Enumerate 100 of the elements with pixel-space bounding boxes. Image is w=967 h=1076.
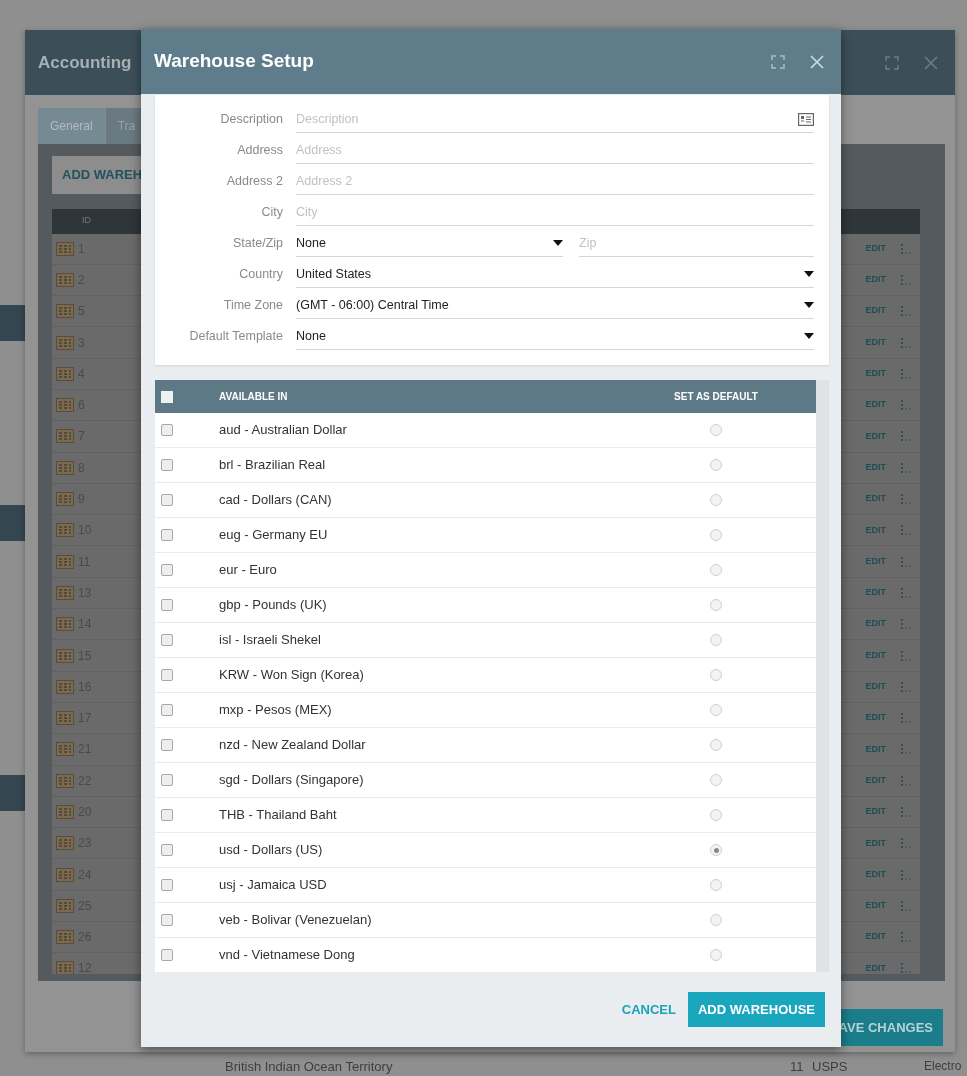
checkbox[interactable] xyxy=(161,844,173,856)
checkbox[interactable] xyxy=(161,914,173,926)
default-radio[interactable] xyxy=(710,529,722,541)
edit-link[interactable]: EDIT xyxy=(865,867,886,882)
edit-link[interactable]: EDIT xyxy=(865,304,886,318)
more-icon[interactable] xyxy=(900,305,912,318)
currency-name: usd - Dollars (US) xyxy=(219,842,323,858)
default-radio[interactable] xyxy=(710,879,722,891)
default-radio[interactable] xyxy=(710,424,722,436)
edit-link[interactable]: EDIT xyxy=(865,273,886,287)
more-icon[interactable] xyxy=(900,336,912,349)
checkbox[interactable] xyxy=(161,494,173,506)
more-icon[interactable] xyxy=(900,712,912,725)
default-radio[interactable] xyxy=(710,704,722,716)
select-field[interactable]: None xyxy=(296,230,563,257)
text-field[interactable]: Address 2 xyxy=(296,171,814,191)
address-card-icon[interactable] xyxy=(798,112,814,126)
edit-link[interactable]: EDIT xyxy=(865,429,886,444)
edit-link[interactable]: EDIT xyxy=(865,586,886,600)
more-icon[interactable] xyxy=(900,899,912,912)
default-radio[interactable] xyxy=(710,739,722,751)
more-icon[interactable] xyxy=(900,649,912,662)
select-all-checkbox[interactable] xyxy=(161,390,173,403)
zip-field[interactable]: Zip xyxy=(579,233,814,253)
edit-link[interactable]: EDIT xyxy=(865,930,886,944)
more-icon[interactable] xyxy=(900,586,912,599)
edit-link[interactable]: EDIT xyxy=(865,773,886,788)
edit-link[interactable]: EDIT xyxy=(865,742,886,757)
more-icon[interactable] xyxy=(900,273,912,286)
checkbox[interactable] xyxy=(161,669,173,681)
text-field[interactable]: Description xyxy=(296,109,798,129)
checkbox[interactable] xyxy=(161,879,173,891)
select-field[interactable]: United States xyxy=(296,261,814,288)
text-field[interactable]: Address xyxy=(296,140,814,160)
default-radio[interactable] xyxy=(710,494,722,506)
more-icon[interactable] xyxy=(900,524,912,537)
default-radio[interactable] xyxy=(710,809,722,821)
edit-link[interactable]: EDIT xyxy=(865,805,886,819)
more-icon[interactable] xyxy=(900,837,912,850)
checkbox[interactable] xyxy=(161,424,173,436)
edit-link[interactable]: EDIT xyxy=(865,961,886,974)
more-icon[interactable] xyxy=(900,555,912,568)
edit-link[interactable]: EDIT xyxy=(865,492,886,506)
text-field[interactable]: City xyxy=(296,202,814,222)
checkbox[interactable] xyxy=(161,774,173,786)
checkbox[interactable] xyxy=(161,704,173,716)
edit-link[interactable]: EDIT xyxy=(865,648,886,663)
edit-link[interactable]: EDIT xyxy=(865,899,886,913)
default-radio[interactable] xyxy=(710,949,722,961)
checkbox[interactable] xyxy=(161,459,173,471)
edit-link[interactable]: EDIT xyxy=(865,398,886,412)
edit-link[interactable]: EDIT xyxy=(865,836,886,851)
tab[interactable]: General xyxy=(38,108,106,144)
edit-link[interactable]: EDIT xyxy=(865,523,886,538)
checkbox[interactable] xyxy=(161,599,173,611)
more-icon[interactable] xyxy=(900,461,912,474)
edit-link[interactable]: EDIT xyxy=(865,554,886,569)
default-radio[interactable] xyxy=(710,774,722,786)
select-field[interactable]: (GMT - 06:00) Central Time xyxy=(296,292,814,319)
checkbox[interactable] xyxy=(161,564,173,576)
default-radio[interactable] xyxy=(710,599,722,611)
default-radio[interactable] xyxy=(710,669,722,681)
more-icon[interactable] xyxy=(900,430,912,443)
default-radio[interactable] xyxy=(710,459,722,471)
default-radio[interactable] xyxy=(710,844,722,856)
edit-link[interactable]: EDIT xyxy=(865,711,886,725)
edit-link[interactable]: EDIT xyxy=(865,617,886,631)
checkbox[interactable] xyxy=(161,949,173,961)
more-icon[interactable] xyxy=(900,493,912,505)
more-icon[interactable] xyxy=(900,962,912,974)
add-warehouse-button[interactable]: ADD WAREH xyxy=(52,156,142,194)
more-icon[interactable] xyxy=(900,868,912,881)
edit-link[interactable]: EDIT xyxy=(865,241,886,256)
more-icon[interactable] xyxy=(900,242,912,255)
checkbox[interactable] xyxy=(161,739,173,751)
more-icon[interactable] xyxy=(900,743,912,756)
more-icon[interactable] xyxy=(900,806,912,818)
more-icon[interactable] xyxy=(900,680,912,693)
checkbox[interactable] xyxy=(161,634,173,646)
checkbox[interactable] xyxy=(161,529,173,541)
default-radio[interactable] xyxy=(710,914,722,926)
default-radio[interactable] xyxy=(710,564,722,576)
edit-link[interactable]: EDIT xyxy=(865,367,886,381)
more-icon[interactable] xyxy=(900,399,912,412)
expand-icon[interactable] xyxy=(771,54,785,69)
more-icon[interactable] xyxy=(900,774,912,787)
checkbox[interactable] xyxy=(161,809,173,821)
more-icon[interactable] xyxy=(900,367,912,380)
cancel-button[interactable]: CANCEL xyxy=(621,991,676,1028)
scrollbar-track[interactable] xyxy=(816,380,829,972)
more-icon[interactable] xyxy=(900,931,912,944)
add-warehouse-button[interactable]: ADD WAREHOUSE xyxy=(688,991,825,1028)
expand-icon[interactable] xyxy=(885,55,899,70)
default-radio[interactable] xyxy=(710,634,722,646)
edit-link[interactable]: EDIT xyxy=(865,460,886,475)
more-icon[interactable] xyxy=(900,618,912,631)
edit-link[interactable]: EDIT xyxy=(865,335,886,350)
close-icon[interactable] xyxy=(923,54,939,71)
select-field[interactable]: None xyxy=(296,323,814,350)
edit-link[interactable]: EDIT xyxy=(865,680,886,694)
